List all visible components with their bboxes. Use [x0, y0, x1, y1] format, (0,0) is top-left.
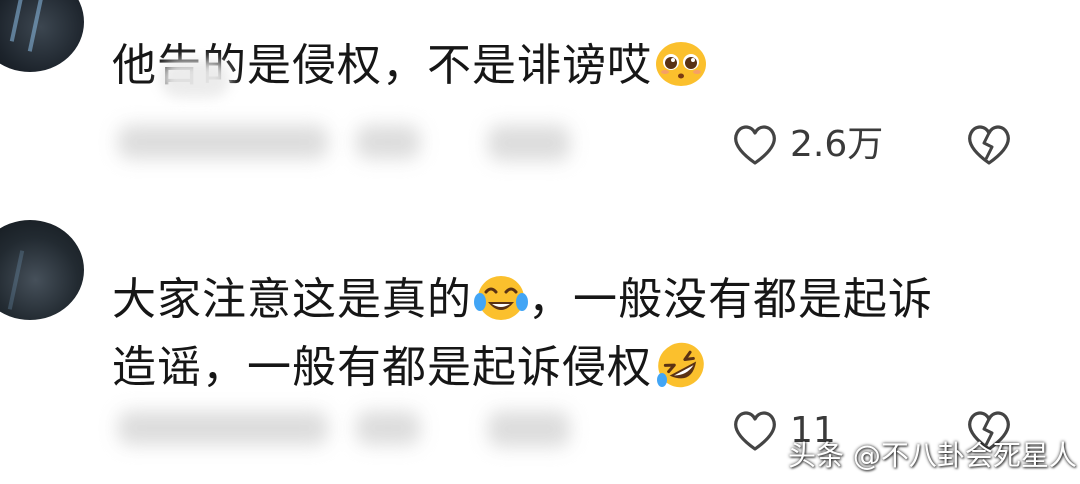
avatar[interactable]: [0, 220, 84, 320]
blurred-time: [356, 125, 420, 159]
comment-item: 他告的是侵权，不是诽谤哎 2.6万: [0, 0, 1080, 230]
rolling-laughing-emoji: [657, 342, 704, 388]
comment-text-line-1: 大家注意这是真的 ，一般没有都是起诉: [112, 274, 933, 325]
broken-heart-icon[interactable]: [964, 121, 1014, 167]
watermark: 头条 @不八卦会死星人: [788, 439, 1077, 472]
avatar[interactable]: [0, 0, 84, 72]
comment-meta: 2.6万: [0, 117, 1080, 177]
blurred-username: [118, 411, 328, 445]
blurred-username: [118, 125, 328, 159]
comment-text: 大家注意这是真的 ，一般没有都是起诉 造谣，一般有都是起诉侵权: [112, 266, 933, 402]
blurred-time: [356, 411, 420, 445]
tears-of-joy-emoji: [474, 276, 528, 320]
heart-outline-icon[interactable]: [730, 121, 780, 167]
pleading-face-emoji: [656, 42, 706, 86]
blurred-reply: [488, 125, 570, 161]
comment-text-line-2: 造谣，一般有都是起诉侵权: [112, 334, 933, 402]
blur-overlay: [160, 60, 230, 98]
heart-outline-icon[interactable]: [730, 407, 780, 453]
blurred-reply: [488, 411, 570, 447]
like-count: 2.6万: [790, 124, 884, 165]
